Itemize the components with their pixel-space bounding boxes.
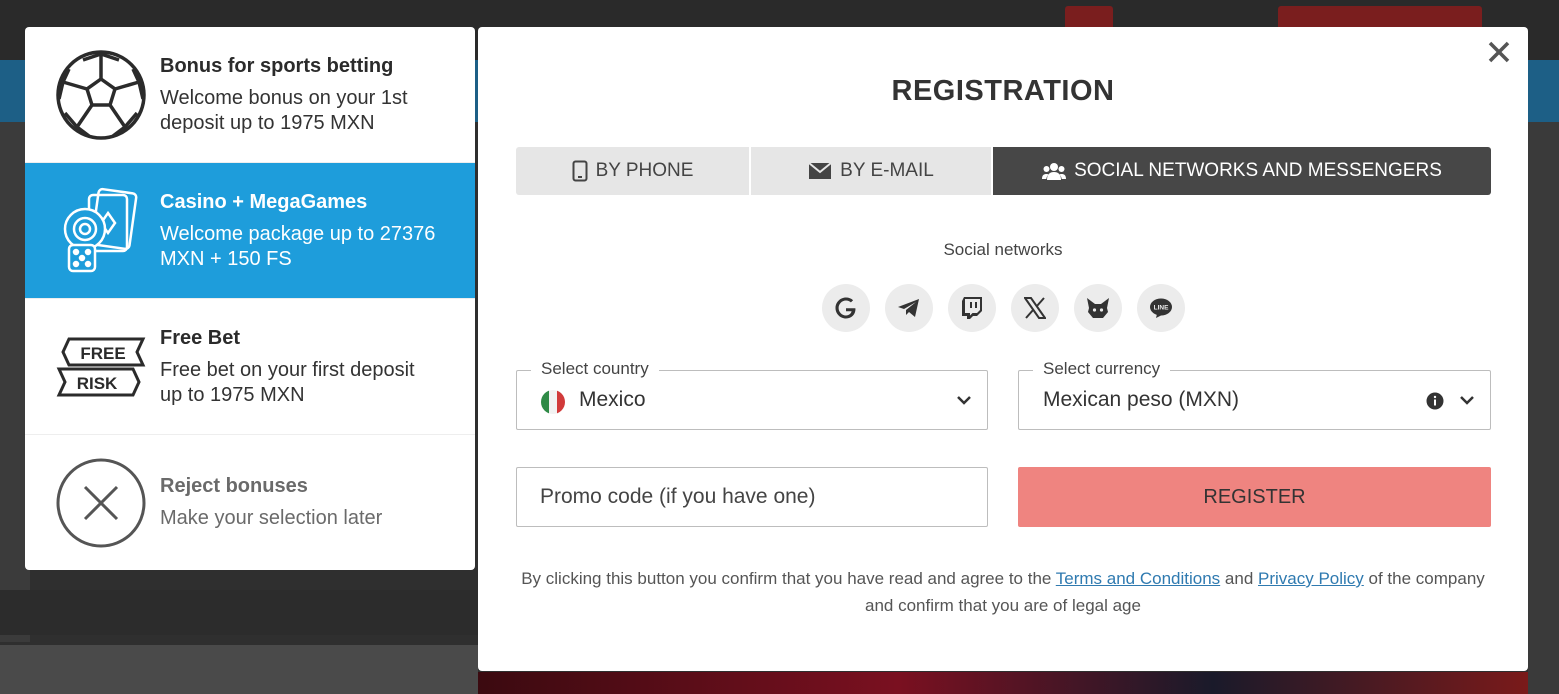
envelope-icon [808,162,832,179]
free-badge-text: FREE [80,344,125,363]
bonus-title: Reject bonuses [160,475,308,497]
background-strip [0,590,478,635]
social-buttons: LINE [822,284,1200,332]
modal-title: REGISTRATION [891,75,1115,107]
chevron-down-icon [957,396,971,405]
legal-text: By clicking this button you confirm that… [521,569,1056,588]
legal-notice: By clicking this button you confirm that… [518,565,1488,619]
promo-code-input[interactable] [516,467,988,527]
legal-text: and [1220,569,1258,588]
bonus-description: Welcome package up to 27376 MXN + 150 FS [160,222,436,270]
registration-tabs: BY PHONE BY E-MAIL SOCIAL NETWORKS AND M… [516,147,1491,195]
currency-label: Select currency [1033,359,1171,379]
bonus-description: Free bet on your first deposit up to 197… [160,358,415,406]
google-icon[interactable] [822,284,870,332]
phone-icon [572,160,588,182]
tab-label: BY PHONE [595,160,694,181]
tab-social-networks[interactable]: SOCIAL NETWORKS AND MESSENGERS [993,147,1491,195]
users-icon [1042,163,1067,180]
tab-by-phone[interactable]: BY PHONE [516,147,749,195]
privacy-link[interactable]: Privacy Policy [1258,569,1364,588]
registration-modal: REGISTRATION BY PHONE BY E-MAIL SOCIAL N… [478,27,1528,671]
soccer-ball-icon [55,49,147,141]
background-banner [478,672,1528,694]
bonus-panel: Bonus for sports betting Welcome bonus o… [25,27,475,570]
bonus-title: Casino + MegaGames [160,190,368,213]
close-circle-icon [55,457,147,549]
casino-chips-cards-icon [55,185,147,277]
bonus-option-casino[interactable]: Casino + MegaGames Welcome package up to… [25,163,475,299]
terms-link[interactable]: Terms and Conditions [1056,569,1220,588]
line-icon-text: LINE [1154,305,1169,312]
bonus-option-reject[interactable]: Reject bonuses Make your selection later [25,435,475,570]
twitch-icon[interactable] [948,284,996,332]
country-select[interactable]: Select country Mexico [516,359,988,430]
background-strip [0,645,478,694]
risk-badge-text: RISK [77,374,118,393]
currency-select[interactable]: Select currency Mexican peso (MXN) [1018,359,1491,430]
mexico-flag-icon [541,390,565,414]
social-networks-label: Social networks [943,240,1063,259]
currency-value: Mexican peso (MXN) [1043,388,1240,411]
country-value: Mexico [579,388,646,411]
tab-by-email[interactable]: BY E-MAIL [751,147,991,195]
bonus-description: Welcome bonus on your 1st deposit up to … [160,86,408,134]
tab-label: SOCIAL NETWORKS AND MESSENGERS [1074,160,1442,181]
x-icon[interactable] [1011,284,1059,332]
register-button[interactable]: REGISTER [1018,467,1491,527]
background-right [1528,122,1559,694]
bonus-title: Bonus for sports betting [160,54,394,77]
info-icon [1426,392,1444,410]
metamask-icon[interactable] [1074,284,1122,332]
close-icon[interactable] [1484,37,1514,67]
free-risk-ticket-icon: FREE RISK [55,321,147,413]
chevron-down-icon [1460,396,1474,405]
bonus-option-sports[interactable]: Bonus for sports betting Welcome bonus o… [25,27,475,163]
bonus-option-free-bet[interactable]: FREE RISK Free Bet Free bet on your firs… [25,299,475,435]
tab-label: BY E-MAIL [840,160,934,181]
country-label: Select country [531,359,659,379]
bonus-description: Make your selection later [160,507,383,529]
telegram-icon[interactable] [885,284,933,332]
bonus-title: Free Bet [160,326,241,349]
line-icon[interactable]: LINE [1137,284,1185,332]
